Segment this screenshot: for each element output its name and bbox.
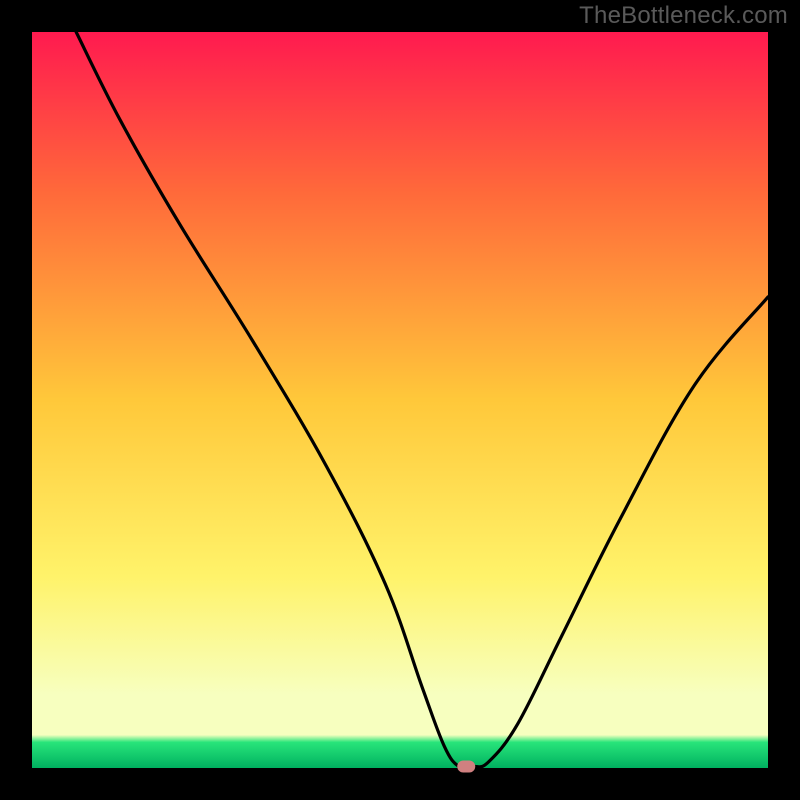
watermark-text: TheBottleneck.com	[579, 2, 788, 30]
minimum-marker	[457, 761, 475, 773]
chart-frame: TheBottleneck.com	[0, 0, 800, 800]
bottleneck-chart	[0, 0, 800, 800]
plot-background	[32, 32, 768, 768]
